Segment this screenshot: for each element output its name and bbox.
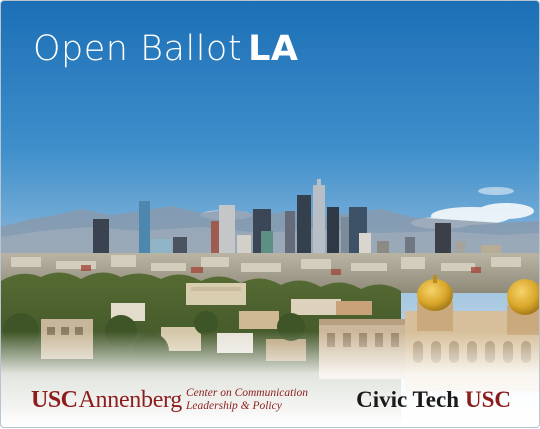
center-name-line-1: Center on Communication: [186, 387, 309, 399]
civic-usc-wordmark: USC: [464, 387, 511, 412]
usc-wordmark: USC: [31, 386, 78, 413]
usc-annenberg-logo: USC Annenberg Center on Communication Le…: [31, 387, 308, 414]
civic-tech-usc-logo: Civic Tech USC: [356, 387, 511, 413]
page-title: Open Ballot LA: [33, 29, 298, 69]
annenberg-wordmark: Annenberg: [78, 386, 183, 413]
title-light-text: Open Ballot: [33, 29, 243, 69]
sponsor-logos: USC Annenberg Center on Communication Le…: [1, 377, 539, 427]
civic-tech-wordmark: Civic Tech: [356, 387, 459, 412]
title-bold-text: LA: [248, 29, 299, 69]
hero-banner: Open Ballot LA USC Annenberg Center on Co…: [1, 1, 539, 427]
center-name-line-2: Leadership & Policy: [186, 400, 282, 412]
center-name: Center on Communication Leadership & Pol…: [186, 387, 308, 413]
